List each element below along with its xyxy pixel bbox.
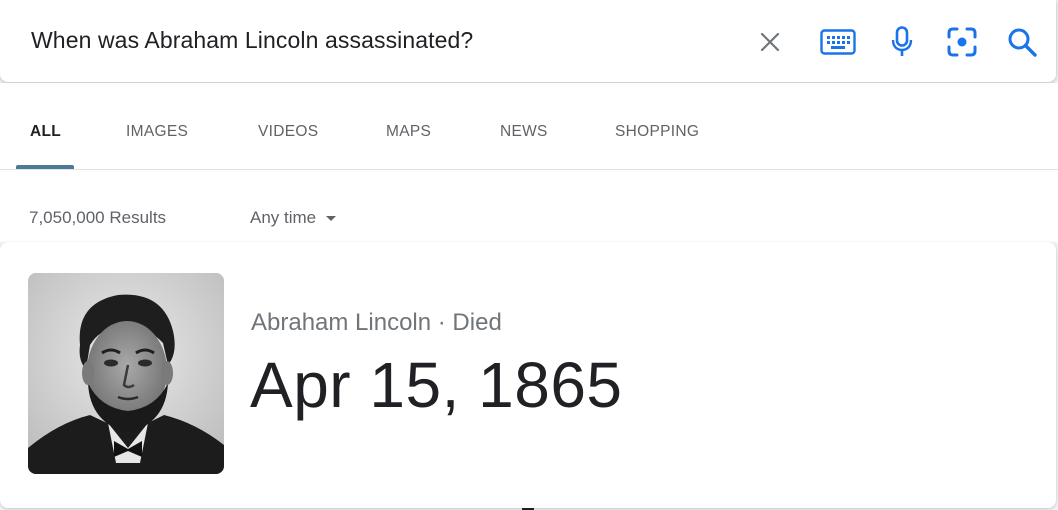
- portrait-image[interactable]: [28, 273, 224, 474]
- tab-all[interactable]: ALL: [30, 123, 61, 141]
- search-box[interactable]: When was Abraham Lincoln assassinated?: [0, 0, 1056, 82]
- dropdown-caret-icon: [326, 215, 337, 221]
- answer-subject[interactable]: Abraham Lincoln · Died: [251, 309, 502, 337]
- results-count: 7,050,000 Results: [29, 208, 167, 227]
- tab-shopping[interactable]: SHOPPING: [615, 123, 699, 141]
- lens-icon[interactable]: [944, 22, 980, 62]
- search-query-input[interactable]: When was Abraham Lincoln assassinated?: [31, 27, 473, 54]
- tab-maps[interactable]: MAPS: [386, 123, 431, 141]
- microphone-icon[interactable]: [884, 22, 920, 62]
- tab-videos[interactable]: VIDEOS: [258, 123, 318, 141]
- search-tabs: ALL IMAGES VIDEOS MAPS NEWS SHOPPING: [0, 83, 1058, 170]
- answer-value: Apr 15, 1865: [250, 349, 623, 421]
- time-filter-label: Any time: [250, 208, 317, 227]
- time-filter-dropdown[interactable]: Any time: [250, 208, 337, 228]
- search-icon[interactable]: [1004, 22, 1040, 62]
- answer-card: Abraham Lincoln · Died Apr 15, 1865: [0, 242, 1056, 508]
- tab-images[interactable]: IMAGES: [126, 123, 188, 141]
- keyboard-icon[interactable]: [820, 22, 856, 62]
- results-toolbar: 7,050,000 Results Any time: [0, 170, 1058, 242]
- tab-news[interactable]: NEWS: [500, 123, 548, 141]
- close-icon[interactable]: [752, 22, 788, 62]
- active-tab-indicator: [16, 165, 74, 169]
